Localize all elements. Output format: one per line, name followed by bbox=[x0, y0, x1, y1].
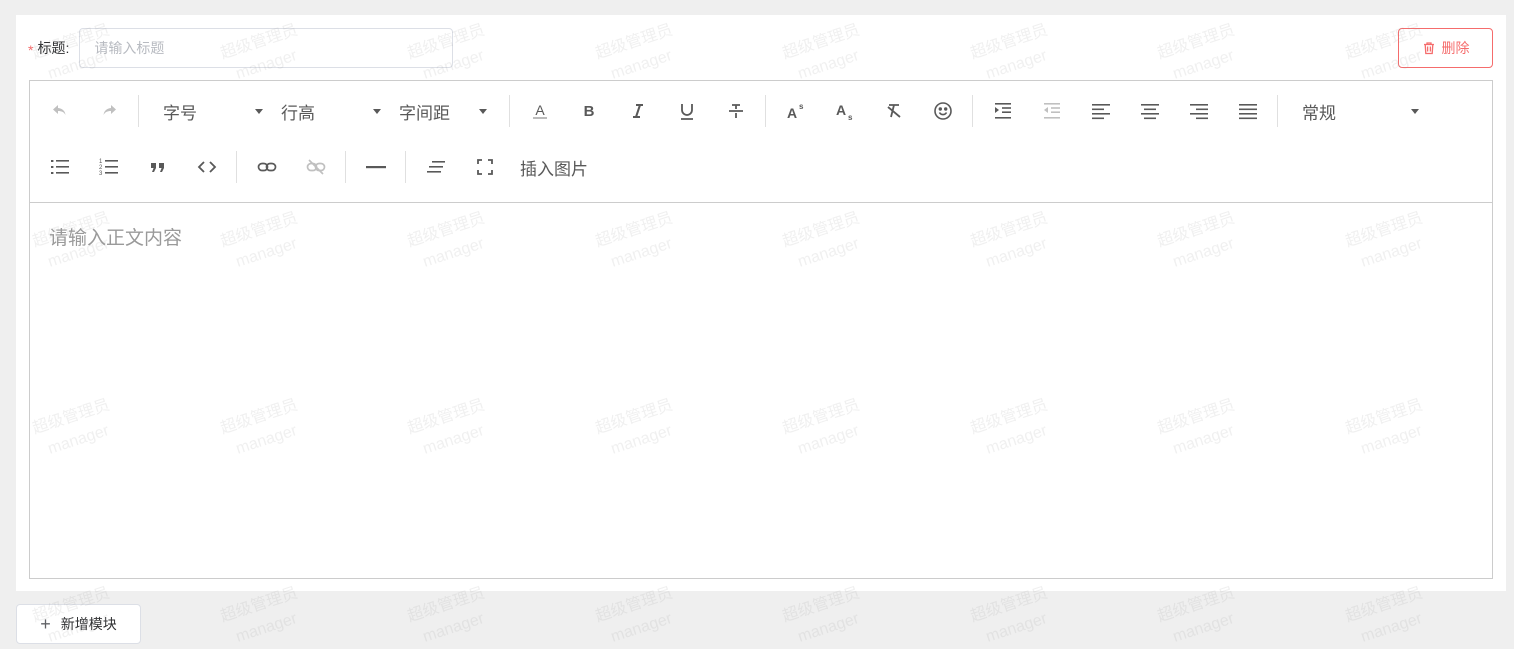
align-right-icon[interactable] bbox=[1179, 91, 1219, 131]
add-module-button[interactable]: + 新增模块 bbox=[16, 604, 141, 644]
blockquote-icon[interactable] bbox=[138, 147, 178, 187]
subscript-icon[interactable]: As bbox=[825, 91, 865, 131]
heading-label: 常规 bbox=[1302, 103, 1336, 123]
bold-icon[interactable]: B bbox=[569, 91, 609, 131]
watermark-line-2: manager bbox=[1170, 610, 1237, 646]
align-justify-icon[interactable] bbox=[1228, 91, 1268, 131]
letter-spacing-label: 字间距 bbox=[399, 103, 450, 123]
underline-icon[interactable] bbox=[667, 91, 707, 131]
toolbar-divider bbox=[1277, 95, 1278, 127]
editor-content-area[interactable]: 请输入正文内容 bbox=[30, 203, 1492, 578]
link-icon[interactable] bbox=[247, 147, 287, 187]
watermark-line-2: manager bbox=[983, 610, 1050, 646]
fullscreen-icon[interactable] bbox=[465, 147, 505, 187]
trash-icon bbox=[1422, 41, 1436, 55]
svg-text:s: s bbox=[848, 113, 853, 121]
toolbar-divider bbox=[765, 95, 766, 127]
align-center-icon[interactable] bbox=[1130, 91, 1170, 131]
page: * 标题 : 删除 bbox=[0, 0, 1514, 649]
plus-icon: + bbox=[40, 614, 51, 634]
svg-text:A: A bbox=[787, 105, 797, 121]
watermark-line-2: manager bbox=[795, 610, 862, 646]
font-color-icon[interactable]: A bbox=[520, 91, 560, 131]
svg-text:A: A bbox=[836, 102, 846, 118]
chevron-down-icon bbox=[479, 108, 487, 114]
letter-spacing-select[interactable]: 字间距 bbox=[385, 91, 491, 131]
chevron-down-icon bbox=[1411, 108, 1419, 114]
svg-text:3: 3 bbox=[99, 171, 103, 177]
chevron-down-icon bbox=[373, 108, 381, 114]
emoji-icon[interactable] bbox=[923, 91, 963, 131]
toolbar-divider bbox=[138, 95, 139, 127]
redo-icon[interactable] bbox=[89, 91, 129, 131]
heading-select[interactable]: 常规 bbox=[1288, 91, 1423, 131]
indent-icon[interactable] bbox=[983, 91, 1023, 131]
chevron-down-icon bbox=[255, 108, 263, 114]
toolbar-divider bbox=[509, 95, 510, 127]
undo-icon[interactable] bbox=[40, 91, 80, 131]
clear-format-icon[interactable] bbox=[874, 91, 914, 131]
toolbar-row-1: 字号 行高 字间距 A B A s A s 常规 bbox=[40, 91, 1423, 131]
module-card: * 标题 : 删除 bbox=[16, 15, 1506, 591]
title-row: * 标题 : bbox=[28, 28, 454, 68]
superscript-icon[interactable]: As bbox=[776, 91, 816, 131]
strikethrough-icon[interactable] bbox=[716, 91, 756, 131]
unlink-icon[interactable] bbox=[296, 147, 336, 187]
code-icon[interactable] bbox=[187, 147, 227, 187]
watermark-line-2: manager bbox=[233, 610, 300, 646]
svg-text:B: B bbox=[584, 103, 595, 120]
line-height-select[interactable]: 行高 bbox=[267, 91, 385, 131]
required-mark: * bbox=[28, 42, 34, 58]
rich-text-editor: 字号 行高 字间距 A B A s A s 常规 1 2 3 插入图片 请输入正… bbox=[29, 80, 1493, 579]
italic-icon[interactable] bbox=[618, 91, 658, 131]
font-size-select[interactable]: 字号 bbox=[149, 91, 267, 131]
align-left-icon[interactable] bbox=[1081, 91, 1121, 131]
text-format-icon[interactable] bbox=[416, 147, 456, 187]
title-label: 标题 bbox=[37, 40, 66, 56]
toolbar-row-2: 123 插入图片 bbox=[40, 147, 594, 187]
editor-placeholder: 请输入正文内容 bbox=[49, 228, 183, 249]
watermark-line-2: manager bbox=[1358, 610, 1425, 646]
watermark-line-2: manager bbox=[608, 610, 675, 646]
numbered-list-icon[interactable]: 123 bbox=[89, 147, 129, 187]
toolbar-divider bbox=[236, 151, 237, 183]
toolbar-divider bbox=[972, 95, 973, 127]
font-size-label: 字号 bbox=[163, 103, 197, 123]
editor-toolbar: 字号 行高 字间距 A B A s A s 常规 1 2 3 插入图片 bbox=[30, 81, 1492, 203]
watermark-line-2: manager bbox=[420, 610, 487, 646]
svg-text:s: s bbox=[799, 102, 804, 111]
delete-button-label: 删除 bbox=[1441, 40, 1470, 56]
add-module-label: 新增模块 bbox=[60, 616, 117, 632]
line-height-label: 行高 bbox=[281, 103, 315, 123]
toolbar-divider bbox=[345, 151, 346, 183]
outdent-icon[interactable] bbox=[1032, 91, 1072, 131]
horizontal-rule-icon[interactable] bbox=[356, 147, 396, 187]
insert-image-button[interactable]: 插入图片 bbox=[514, 147, 594, 187]
toolbar-divider bbox=[405, 151, 406, 183]
title-input[interactable] bbox=[79, 28, 454, 68]
title-label-colon: : bbox=[65, 40, 70, 56]
delete-button[interactable]: 删除 bbox=[1398, 28, 1493, 68]
svg-text:A: A bbox=[535, 102, 545, 118]
bulleted-list-icon[interactable] bbox=[40, 147, 80, 187]
